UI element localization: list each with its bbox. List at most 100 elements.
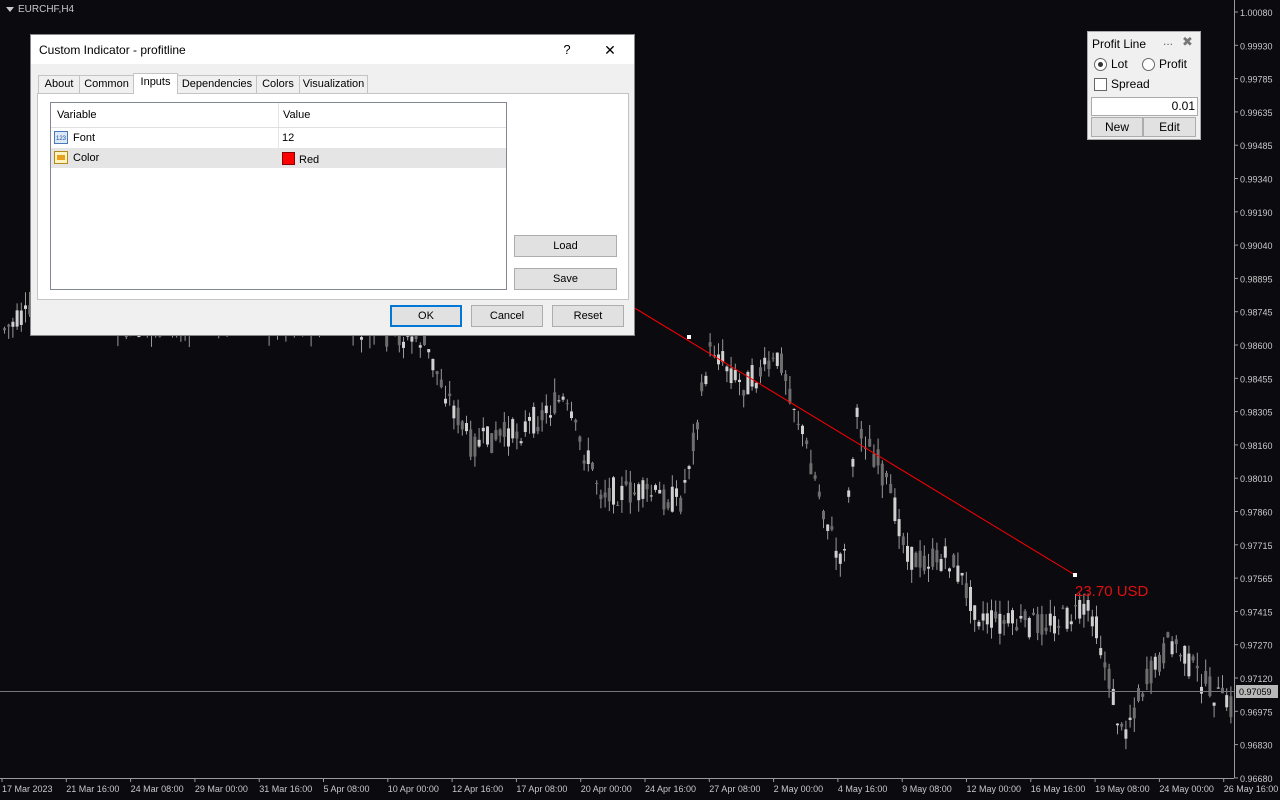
candle-body <box>771 357 775 359</box>
candle-body <box>813 475 817 479</box>
candle-body <box>612 477 615 505</box>
load-button[interactable]: Load <box>514 235 617 257</box>
cancel-button[interactable]: Cancel <box>471 305 543 327</box>
symbol-label[interactable]: EURCHF,H4 <box>6 4 74 15</box>
candle-body <box>994 611 998 619</box>
candle-body <box>990 610 993 628</box>
time-label: 20 Apr 00:00 <box>581 784 632 794</box>
candle-body <box>759 367 762 377</box>
tab-visualization[interactable]: Visualization <box>299 75 368 93</box>
reset-button[interactable]: Reset <box>552 305 624 327</box>
candle-body <box>519 441 523 444</box>
ok-button[interactable]: OK <box>390 305 462 327</box>
dialog-title: Custom Indicator - profitline <box>39 43 186 57</box>
candle-body <box>494 430 498 440</box>
candle-body <box>620 485 624 501</box>
candle-body <box>654 485 657 490</box>
candle-body <box>11 321 15 327</box>
candle-body <box>780 353 783 373</box>
candle-body <box>24 305 27 309</box>
new-button[interactable]: New <box>1091 117 1143 137</box>
candle-body <box>456 407 460 426</box>
candle-body <box>683 480 687 483</box>
table-row[interactable]: 123 Font 12 <box>51 128 506 148</box>
candle-body <box>725 366 729 372</box>
variable-name: Font <box>73 132 96 144</box>
candle-body <box>1069 621 1073 625</box>
candle-body <box>822 511 825 520</box>
candle-body <box>1174 639 1178 645</box>
candle-body <box>826 524 830 531</box>
tab-colors[interactable]: Colors <box>256 75 300 93</box>
variable-value[interactable]: 12 <box>282 132 294 144</box>
candle-body <box>641 480 645 499</box>
candle-body <box>1082 603 1086 615</box>
candle-body <box>1225 695 1229 708</box>
lot-value-input[interactable]: 0.01 <box>1091 97 1198 116</box>
candle-body <box>889 483 893 494</box>
tab-about[interactable]: About <box>38 75 80 93</box>
candle-body <box>872 453 876 467</box>
custom-indicator-dialog: Custom Indicator - profitline ? ✕ About … <box>30 34 635 336</box>
candle-body <box>1137 688 1140 701</box>
candle-body <box>616 504 620 506</box>
candle-body <box>767 360 771 370</box>
time-label: 24 May 00:00 <box>1159 784 1214 794</box>
candle-body <box>721 351 725 362</box>
time-label: 19 May 08:00 <box>1095 784 1150 794</box>
profit-line-handle-start[interactable] <box>687 335 691 339</box>
candle-body <box>536 426 540 432</box>
variable-value[interactable]: Red <box>282 152 319 166</box>
tab-common[interactable]: Common <box>79 75 134 93</box>
candle-body <box>939 559 943 571</box>
candle-body <box>922 555 926 571</box>
price-label: 0.98745 <box>1240 308 1273 318</box>
price-label: 0.98010 <box>1240 474 1273 484</box>
tab-dependencies[interactable]: Dependencies <box>177 75 257 93</box>
profit-line-handle-end[interactable] <box>1073 573 1077 577</box>
candle-body <box>431 358 435 371</box>
candle-body <box>515 431 519 439</box>
candle-body <box>1162 643 1166 664</box>
candle-body <box>952 554 956 568</box>
dropdown-arrow-icon <box>6 6 14 12</box>
save-button[interactable]: Save <box>514 268 617 290</box>
profit-amount-label: 23.70 USD <box>1075 583 1149 600</box>
candle-body <box>847 490 851 497</box>
candle-body <box>540 410 544 421</box>
help-icon[interactable]: ? <box>557 40 577 60</box>
close-icon[interactable]: ✖ <box>1182 34 1193 50</box>
tab-inputs[interactable]: Inputs <box>133 73 178 94</box>
candle-body <box>1149 660 1153 684</box>
candle-body <box>1086 600 1090 611</box>
candle-body <box>507 428 510 447</box>
edit-button[interactable]: Edit <box>1143 117 1196 137</box>
candle-body <box>906 545 909 562</box>
candle-body <box>809 463 813 475</box>
candle-body <box>1208 676 1212 696</box>
candle-body <box>691 432 695 452</box>
profit-radio[interactable] <box>1142 58 1155 71</box>
candle-body <box>981 613 985 621</box>
candle-body <box>742 390 746 396</box>
candle-body <box>1166 632 1170 638</box>
candle-body <box>460 421 464 430</box>
price-label: 0.99040 <box>1240 241 1273 251</box>
price-label: 1.00080 <box>1240 8 1273 18</box>
time-label: 17 Mar 2023 <box>2 784 53 794</box>
table-row[interactable]: Color Red <box>51 148 506 168</box>
spread-checkbox[interactable] <box>1094 78 1107 91</box>
candle-body <box>1153 656 1157 670</box>
candle-body <box>561 396 565 400</box>
close-icon[interactable]: ✕ <box>599 40 621 60</box>
lot-radio[interactable] <box>1094 58 1107 71</box>
candle-body <box>1095 616 1098 639</box>
candle-body <box>1128 717 1132 720</box>
candle-body <box>1036 614 1040 633</box>
candle-body <box>977 621 981 627</box>
candle-body <box>1065 607 1069 629</box>
price-label: 0.98455 <box>1240 374 1273 384</box>
candle-body <box>796 423 800 426</box>
minimize-icon[interactable]: ... <box>1163 34 1173 48</box>
candle-body <box>658 489 662 494</box>
